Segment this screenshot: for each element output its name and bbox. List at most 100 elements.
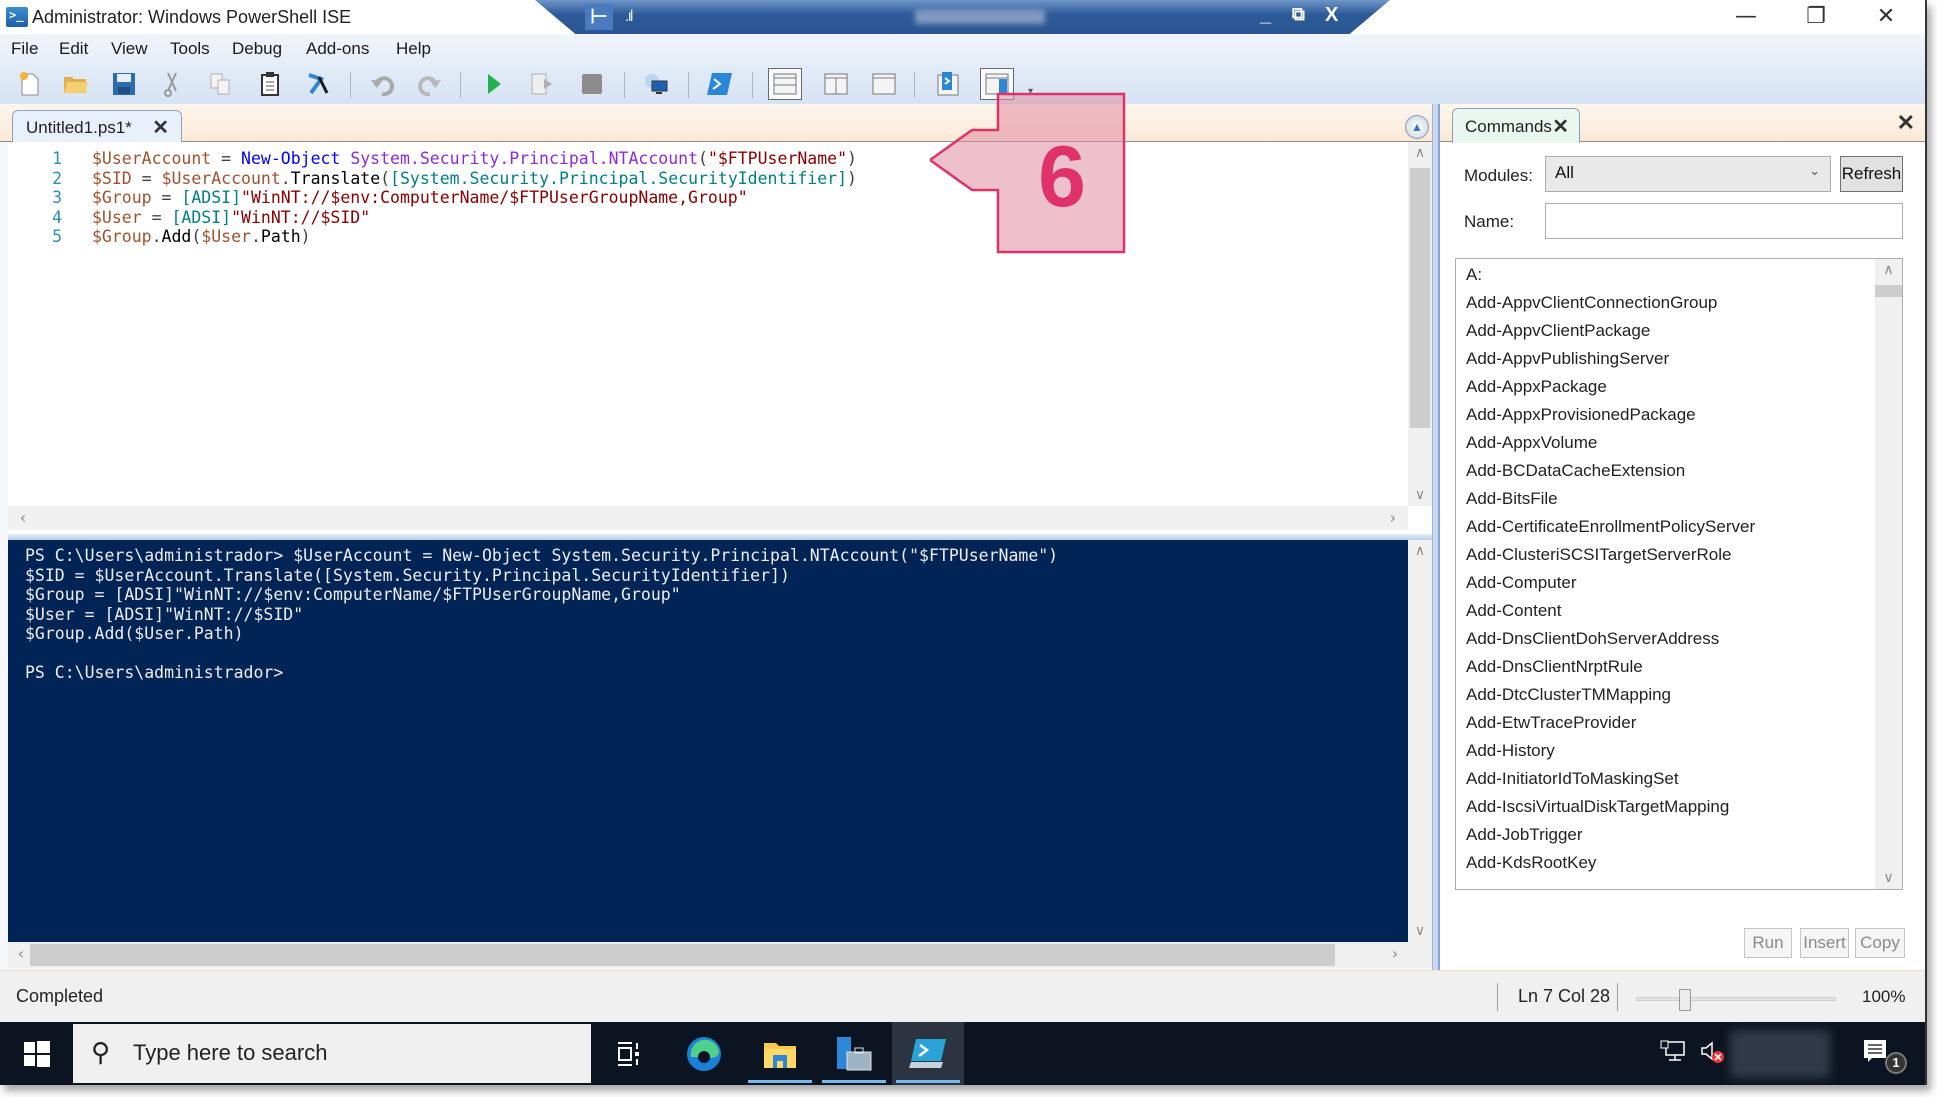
paste-button[interactable] (256, 70, 284, 98)
scroll-up-icon[interactable]: ∧ (1875, 259, 1902, 281)
command-list-item[interactable]: Add-BCDataCacheExtension (1466, 461, 1685, 481)
console-horizontal-scrollbar[interactable]: ‹ › (8, 942, 1432, 968)
collapse-script-pane-button[interactable]: ▲ (1405, 115, 1429, 139)
menu-file[interactable]: File (11, 39, 38, 59)
name-filter-input[interactable] (1545, 203, 1903, 239)
clear-console-button[interactable] (304, 70, 332, 98)
editor-vertical-scrollbar[interactable]: ∧ ∨ (1408, 142, 1432, 506)
volume-muted-icon[interactable] (1700, 1040, 1726, 1070)
console-pane[interactable]: PS C:\Users\administrador> $UserAccount … (8, 540, 1408, 942)
scroll-right-icon[interactable]: › (1384, 942, 1406, 968)
vertical-splitter[interactable] (1432, 104, 1440, 970)
commands-list[interactable]: A: Add-AppvClientConnectionGroup Add-AppvC… (1455, 258, 1903, 890)
command-list-item[interactable]: Add-BitsFile (1466, 489, 1558, 509)
run-script-button[interactable] (480, 70, 508, 98)
command-list-item[interactable]: Add-AppvClientConnectionGroup (1466, 293, 1717, 313)
refresh-button[interactable]: Refresh (1840, 156, 1903, 192)
tab-commands[interactable]: Commands ✕ (1452, 108, 1580, 143)
script-editor[interactable]: 1 $UserAccount = New-Object System.Securi… (8, 142, 1432, 534)
scroll-down-icon[interactable]: ∨ (1408, 920, 1432, 942)
insert-button[interactable]: Insert (1800, 928, 1849, 958)
command-list-item[interactable]: Add-CertificateEnrollmentPolicyServer (1466, 517, 1755, 537)
close-button[interactable]: ✕ (1856, 2, 1916, 32)
editor-horizontal-scrollbar[interactable]: ‹ › (8, 506, 1408, 530)
save-button[interactable] (110, 70, 138, 98)
close-tab-icon[interactable]: ✕ (1552, 114, 1569, 139)
edge-taskbar-button[interactable] (668, 1022, 740, 1085)
command-list-item[interactable]: Add-ClusteriSCSITargetServerRole (1466, 545, 1732, 565)
command-list-item[interactable]: Add-AppxVolume (1466, 433, 1597, 453)
show-script-pane-top-button[interactable] (768, 68, 802, 100)
close-tab-icon[interactable]: ✕ (152, 115, 169, 140)
command-list-item[interactable]: Add-AppxProvisionedPackage (1466, 405, 1696, 425)
run-button[interactable]: Run (1744, 928, 1792, 958)
server-manager-taskbar-button[interactable] (818, 1022, 890, 1085)
copy-button[interactable]: Copy (1855, 928, 1905, 958)
command-list-item[interactable]: Add-AppvClientPackage (1466, 321, 1650, 341)
close-pane-icon[interactable]: ✕ (1897, 110, 1915, 136)
show-script-pane-maximized-button[interactable] (870, 70, 898, 98)
start-button[interactable] (0, 1022, 73, 1085)
scroll-left-icon[interactable]: ‹ (12, 506, 34, 530)
scrollbar-thumb[interactable] (1875, 285, 1902, 297)
modules-dropdown[interactable]: All ⌄ (1545, 156, 1831, 192)
command-list-item[interactable]: Add-InitiatorIdToMaskingSet (1466, 769, 1679, 789)
menu-add-ons[interactable]: Add-ons (306, 39, 369, 59)
scroll-down-icon[interactable]: ∨ (1408, 484, 1432, 506)
rdp-minimize-button[interactable]: _ (1260, 4, 1271, 27)
run-selection-button[interactable] (528, 70, 556, 98)
command-list-item[interactable]: Add-Content (1466, 601, 1561, 621)
connection-signal-icon[interactable]: .ıl (625, 8, 634, 26)
stop-button[interactable] (578, 70, 606, 98)
system-clock[interactable] (1730, 1030, 1830, 1078)
zoom-slider-thumb[interactable] (1678, 989, 1691, 1011)
redo-button[interactable] (416, 70, 444, 98)
scroll-up-icon[interactable]: ∧ (1408, 142, 1432, 164)
scrollbar-thumb[interactable] (30, 944, 1335, 966)
new-remote-tab-button[interactable] (642, 70, 670, 98)
undo-button[interactable] (368, 70, 396, 98)
file-explorer-taskbar-button[interactable] (744, 1022, 816, 1085)
network-icon[interactable] (1660, 1040, 1686, 1068)
command-list-item[interactable]: Add-DtcClusterTMMapping (1466, 685, 1671, 705)
command-list-item[interactable]: Add-DnsClientNrptRule (1466, 657, 1643, 677)
command-list-item[interactable]: Add-Computer (1466, 573, 1577, 593)
taskbar-search-box[interactable]: ⚲ Type here to search (73, 1024, 591, 1083)
menu-tools[interactable]: Tools (170, 39, 210, 59)
cut-button[interactable] (158, 70, 186, 98)
command-list-item[interactable]: Add-IscsiVirtualDiskTargetMapping (1466, 797, 1729, 817)
powershell-ise-taskbar-button[interactable] (892, 1022, 964, 1085)
menu-edit[interactable]: Edit (59, 39, 88, 59)
commands-list-scrollbar[interactable]: ∧ ∨ (1875, 259, 1902, 889)
scrollbar-thumb[interactable] (1410, 168, 1430, 428)
rdp-close-button[interactable]: X (1325, 4, 1338, 27)
zoom-slider[interactable] (1636, 989, 1836, 1011)
command-list-item[interactable]: Add-History (1466, 741, 1555, 761)
scrollbar-thumb[interactable] (1410, 566, 1430, 826)
start-powershell-button[interactable] (706, 70, 734, 98)
scroll-up-icon[interactable]: ∧ (1408, 540, 1432, 562)
command-list-item[interactable]: Add-EtwTraceProvider (1466, 713, 1636, 733)
scroll-right-icon[interactable]: › (1382, 506, 1404, 530)
command-list-item[interactable]: Add-DnsClientDohServerAddress (1466, 629, 1719, 649)
menu-help[interactable]: Help (396, 39, 431, 59)
command-list-item[interactable]: Add-AppvPublishingServer (1466, 349, 1669, 369)
command-list-item[interactable]: Add-AppxPackage (1466, 377, 1607, 397)
show-script-pane-right-button[interactable] (822, 70, 850, 98)
command-list-item[interactable]: Add-JobTrigger (1466, 825, 1583, 845)
console-vertical-scrollbar[interactable]: ∧ ∨ (1408, 540, 1432, 942)
new-script-button[interactable] (16, 70, 44, 98)
command-list-item[interactable]: A: (1466, 265, 1482, 285)
menu-debug[interactable]: Debug (232, 39, 282, 59)
copy-button[interactable] (206, 70, 234, 98)
tab-untitled1[interactable]: Untitled1.ps1* ✕ (12, 110, 182, 143)
pin-icon[interactable]: ⊢ (585, 4, 613, 30)
restore-button[interactable]: ❐ (1786, 2, 1846, 32)
scroll-left-icon[interactable]: ‹ (10, 942, 32, 968)
rdp-restore-button[interactable]: ⧉ (1292, 4, 1305, 25)
task-view-button[interactable] (592, 1022, 664, 1085)
command-list-item[interactable]: Add-KdsRootKey (1466, 853, 1596, 873)
scroll-down-icon[interactable]: ∨ (1875, 867, 1902, 889)
minimize-button[interactable]: — (1716, 2, 1776, 32)
menu-view[interactable]: View (111, 39, 148, 59)
